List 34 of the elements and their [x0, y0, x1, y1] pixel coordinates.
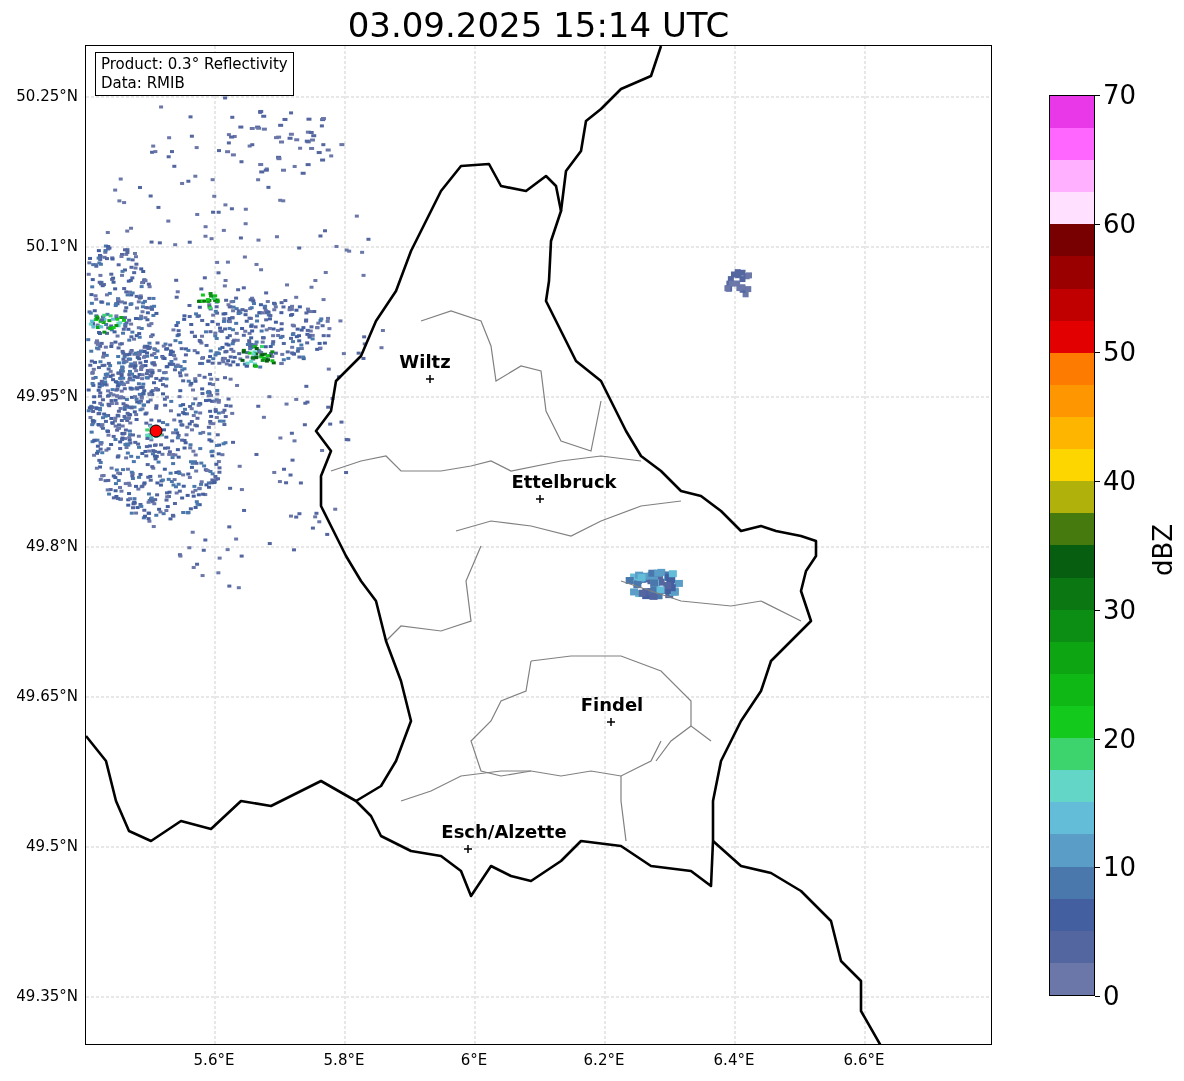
scale-tick-label: 30 [1103, 594, 1137, 625]
legend-text: Data: RMIB [101, 74, 186, 93]
city-label: Ettelbruck [511, 472, 617, 492]
longitude-tick-label: 6.6°E [843, 1051, 885, 1069]
radar-site-marker [149, 424, 163, 438]
city-marker-icon [425, 374, 435, 384]
scale-tick-label: 0 [1103, 981, 1120, 1011]
city-marker-icon [535, 494, 545, 504]
scale-tick-label: 70 [1103, 80, 1137, 110]
latitude-tick-label: 50.25°N [16, 87, 78, 105]
city-label: Wiltz [399, 352, 451, 372]
longitude-tick-label: 6°E [460, 1051, 488, 1069]
scale-tick-label: 20 [1103, 723, 1137, 754]
scale-tick-label: 60 [1103, 208, 1137, 239]
scale-axis-label: dBZ [1148, 523, 1179, 577]
longitude-tick-label: 5.8°E [323, 1051, 365, 1069]
city-marker-icon [463, 844, 473, 854]
legend-text: Product: 0.3° Reflectivity [101, 55, 288, 74]
longitude-tick-label: 6.2°E [583, 1051, 625, 1069]
latitude-tick-label: 50.1°N [25, 237, 78, 255]
scale-tick-label: 40 [1103, 466, 1137, 497]
chart-title: 03.09.2025 15:14 UTC [347, 5, 730, 45]
latitude-tick-label: 49.95°N [16, 387, 78, 405]
city-label: Esch/Alzette [441, 822, 567, 842]
longitude-tick-label: 5.6°E [193, 1051, 235, 1069]
scale-tick-label: 10 [1103, 852, 1137, 883]
latitude-tick-label: 49.35°N [16, 987, 78, 1005]
scale-tick-label: 50 [1103, 337, 1137, 368]
city-marker-icon [606, 717, 616, 727]
latitude-tick-label: 49.8°N [25, 537, 78, 555]
city-label: Findel [580, 695, 644, 715]
latitude-tick-label: 49.5°N [25, 837, 78, 855]
longitude-tick-label: 6.4°E [713, 1051, 755, 1069]
latitude-tick-label: 49.65°N [16, 687, 78, 705]
